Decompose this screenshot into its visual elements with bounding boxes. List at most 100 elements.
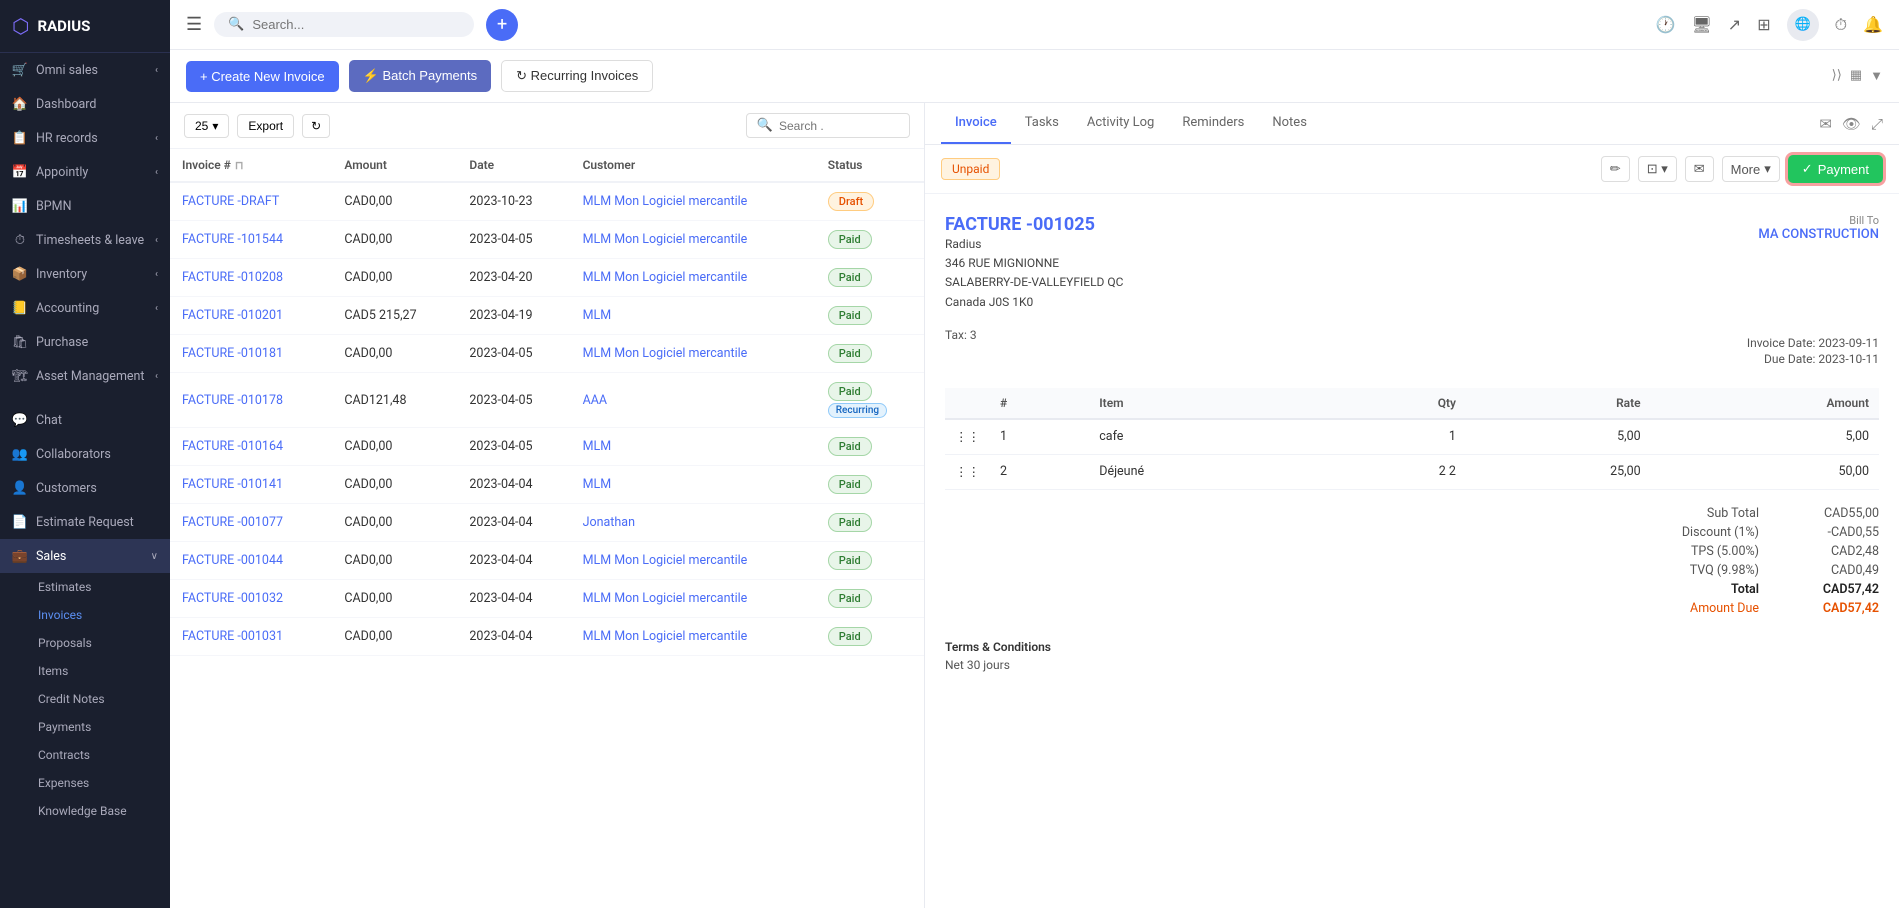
customer-link[interactable]: MLM (583, 308, 612, 323)
sidebar-item-estimates[interactable]: Estimates (28, 573, 170, 601)
table-row[interactable]: FACTURE -001077 CAD0,00 2023-04-04 Jonat… (170, 504, 924, 542)
invoice-link[interactable]: FACTURE -010178 (182, 393, 283, 408)
sidebar-item-payments[interactable]: Payments (28, 713, 170, 741)
customer-link[interactable]: MLM Mon Logiciel mercantile (583, 553, 748, 568)
bell-icon[interactable]: 🔔 (1863, 15, 1883, 34)
table-row[interactable]: FACTURE -010164 CAD0,00 2023-04-05 MLM P… (170, 428, 924, 466)
monitor-icon[interactable]: 🖥 (1691, 15, 1711, 34)
customer-link[interactable]: MLM Mon Logiciel mercantile (583, 346, 748, 361)
sidebar-item-invoices[interactable]: Invoices (28, 601, 170, 629)
list-search[interactable]: 🔍 (746, 113, 910, 138)
customer-link[interactable]: MLM (583, 439, 612, 454)
sidebar-item-inventory[interactable]: 📦Inventory ‹ (0, 257, 170, 291)
col-invoice-num[interactable]: Invoice # ⊓ (170, 149, 332, 182)
drag-handle[interactable]: ⋮⋮ (945, 454, 990, 489)
customer-link[interactable]: MLM (583, 477, 612, 492)
tab-activity-log[interactable]: Activity Log (1073, 103, 1169, 144)
col-date[interactable]: Date (457, 149, 570, 182)
export-button[interactable]: Export (237, 114, 294, 138)
table-row[interactable]: FACTURE -DRAFT CAD0,00 2023-10-23 MLM Mo… (170, 182, 924, 221)
sidebar-item-purchase[interactable]: 🛍Purchase (0, 325, 170, 359)
customer-link[interactable]: AAA (583, 393, 607, 408)
sidebar-item-bpmn[interactable]: 📊BPMN (0, 189, 170, 223)
table-row[interactable]: FACTURE -010141 CAD0,00 2023-04-04 MLM P… (170, 466, 924, 504)
search-input[interactable] (252, 17, 432, 32)
customer-link[interactable]: MLM Mon Logiciel mercantile (583, 629, 748, 644)
customer-link[interactable]: MLM Mon Logiciel mercantile (583, 270, 748, 285)
customer-link[interactable]: MLM Mon Logiciel mercantile (583, 194, 748, 209)
per-page-button[interactable]: 25 ▾ (184, 114, 229, 138)
sidebar-item-collaborators[interactable]: 👥Collaborators (0, 437, 170, 471)
sidebar-item-contracts[interactable]: Contracts (28, 741, 170, 769)
view-columns-icon[interactable]: ▦ (1850, 68, 1862, 84)
tab-invoice[interactable]: Invoice (941, 103, 1011, 144)
sidebar-item-chat[interactable]: 💬Chat (0, 403, 170, 437)
customer-link[interactable]: Jonathan (583, 515, 635, 530)
table-row[interactable]: FACTURE -101544 CAD0,00 2023-04-05 MLM M… (170, 221, 924, 259)
invoice-link[interactable]: FACTURE -010164 (182, 439, 283, 454)
invoice-link[interactable]: FACTURE -001077 (182, 515, 283, 530)
invoice-link[interactable]: FACTURE -001044 (182, 553, 283, 568)
customer-link[interactable]: MLM Mon Logiciel mercantile (583, 232, 748, 247)
sidebar-item-estimate-request[interactable]: 📄Estimate Request (0, 505, 170, 539)
eye-icon[interactable]: 👁 (1842, 115, 1861, 133)
col-amount[interactable]: Amount (332, 149, 457, 182)
sidebar-item-timesheets[interactable]: ⏱Timesheets & leave ‹ (0, 223, 170, 257)
tab-reminders[interactable]: Reminders (1168, 103, 1258, 144)
batch-payments-button[interactable]: ⚡ Batch Payments (349, 60, 491, 92)
payment-button[interactable]: ✓ Payment (1788, 155, 1883, 183)
sidebar-item-asset-management[interactable]: 🏗Asset Management ‹ (0, 359, 170, 393)
split-button[interactable]: ⊡ ▾ (1638, 156, 1677, 182)
invoice-link[interactable]: FACTURE -010201 (182, 308, 283, 323)
create-invoice-button[interactable]: + Create New Invoice (186, 61, 339, 92)
email-icon[interactable]: ✉ (1819, 115, 1832, 133)
table-row[interactable]: FACTURE -010181 CAD0,00 2023-04-05 MLM M… (170, 335, 924, 373)
col-customer[interactable]: Customer (571, 149, 816, 182)
expand-icon[interactable]: ⤢ (1871, 115, 1883, 133)
drag-handle[interactable]: ⋮⋮ (945, 419, 990, 455)
history-icon[interactable]: 🕐 (1656, 15, 1676, 34)
expand-icon[interactable]: ⟩⟩ (1832, 68, 1842, 84)
add-button[interactable]: + (486, 9, 518, 41)
filter-icon[interactable]: ▼ (1870, 68, 1883, 84)
invoice-link[interactable]: FACTURE -DRAFT (182, 194, 279, 209)
table-row[interactable]: FACTURE -001031 CAD0,00 2023-04-04 MLM M… (170, 618, 924, 656)
invoice-link[interactable]: FACTURE -010208 (182, 270, 283, 285)
email-send-button[interactable]: ✉ (1685, 156, 1714, 182)
share-icon[interactable]: ↗ (1728, 15, 1741, 34)
list-search-input[interactable] (779, 119, 899, 133)
refresh-button[interactable]: ↻ (302, 114, 330, 138)
table-row[interactable]: FACTURE -010201 CAD5 215,27 2023-04-19 M… (170, 297, 924, 335)
col-status[interactable]: Status (816, 149, 924, 182)
grid-icon[interactable]: ⊞ (1757, 15, 1770, 34)
invoice-link[interactable]: FACTURE -010141 (182, 477, 283, 492)
customer-link[interactable]: MLM Mon Logiciel mercantile (583, 591, 748, 606)
hamburger-icon[interactable]: ☰ (186, 14, 202, 35)
sidebar-item-items[interactable]: Items (28, 657, 170, 685)
sidebar-item-accounting[interactable]: 📒Accounting ‹ (0, 291, 170, 325)
table-row[interactable]: FACTURE -001044 CAD0,00 2023-04-04 MLM M… (170, 542, 924, 580)
table-row[interactable]: FACTURE -001032 CAD0,00 2023-04-04 MLM M… (170, 580, 924, 618)
sidebar-item-sales[interactable]: 💼Sales ∨ (0, 539, 170, 573)
more-button[interactable]: More ▾ (1722, 156, 1780, 182)
clock-icon[interactable]: ⏱ (1835, 15, 1847, 35)
search-bar[interactable]: 🔍 (214, 12, 474, 37)
invoice-link[interactable]: FACTURE -001032 (182, 591, 283, 606)
sidebar-item-customers[interactable]: 👤Customers (0, 471, 170, 505)
edit-button[interactable]: ✏ (1601, 156, 1630, 182)
sidebar-item-credit-notes[interactable]: Credit Notes (28, 685, 170, 713)
table-row[interactable]: FACTURE -010208 CAD0,00 2023-04-20 MLM M… (170, 259, 924, 297)
sidebar-item-appointly[interactable]: 📅Appointly ‹ (0, 155, 170, 189)
invoice-link[interactable]: FACTURE -010181 (182, 346, 283, 361)
sidebar-item-knowledge-base[interactable]: Knowledge Base (28, 797, 170, 825)
invoice-link[interactable]: FACTURE -001031 (182, 629, 283, 644)
sidebar-item-dashboard[interactable]: 🏠Dashboard (0, 87, 170, 121)
globe-icon[interactable]: 🌐 (1787, 9, 1819, 41)
recurring-invoices-button[interactable]: ↻ Recurring Invoices (501, 60, 653, 92)
sidebar-item-omni-sales[interactable]: 🛒Omni sales ‹ (0, 53, 170, 87)
sidebar-item-proposals[interactable]: Proposals (28, 629, 170, 657)
tab-tasks[interactable]: Tasks (1011, 103, 1073, 144)
sidebar-item-expenses[interactable]: Expenses (28, 769, 170, 797)
invoice-link[interactable]: FACTURE -101544 (182, 232, 283, 247)
sidebar-item-hr-records[interactable]: 📋HR records ‹ (0, 121, 170, 155)
